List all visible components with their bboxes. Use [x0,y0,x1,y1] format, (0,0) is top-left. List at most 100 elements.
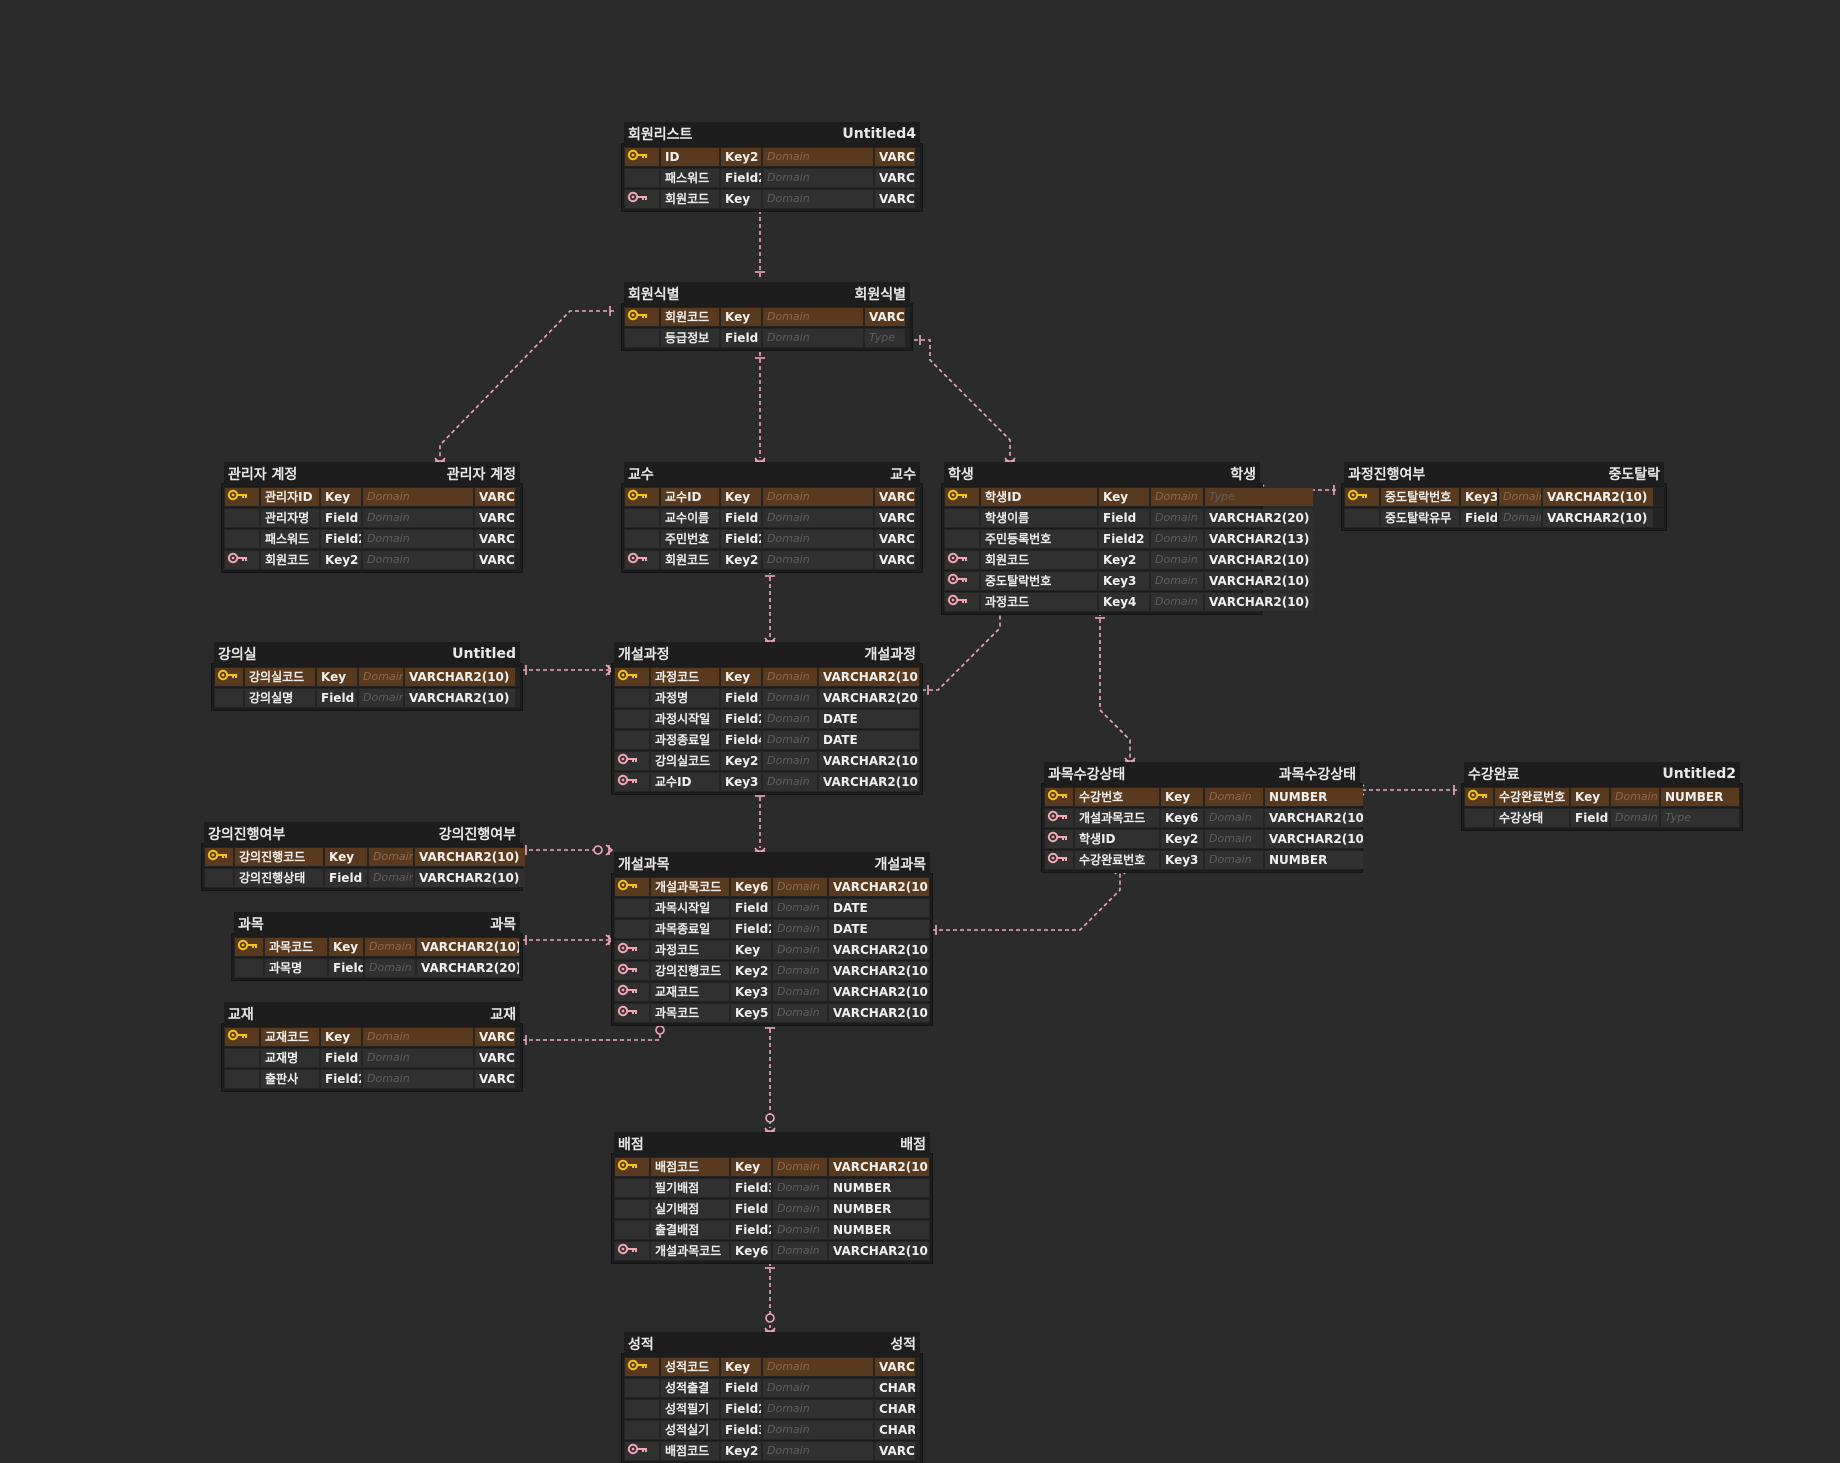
entity-header[interactable]: 관리자 계정 관리자 계정 [224,462,520,486]
entity-row[interactable]: 관리자명FieldDomainVARCHAR2(20) [224,507,520,528]
entity-row[interactable]: 회원코드Key2DomainVARCHAR2(10) [944,549,1313,570]
entity-row[interactable]: 학생ID Key Domain Type [944,486,1313,507]
entity-row[interactable]: 교수IDKeyDomainVARCHAR2(10) [624,486,920,507]
entity-row[interactable]: 중도탈락번호Key3DomainVARCHAR2(10) [944,570,1313,591]
entity-row[interactable]: 교재코드KeyDomainVARCHAR2(10) [224,1026,520,1047]
entity-row[interactable]: 회원코드KeyDomainVARCHAR2(10) [624,306,910,327]
entity-row[interactable]: 수강상태 Field Domain Type [1464,807,1740,828]
entity-row[interactable]: 출판사Field2DomainVARCHAR2(20) [224,1068,520,1089]
entity-row[interactable]: 과정코드 Key Domain VARCHAR2(10) [614,666,920,687]
entity-header[interactable]: 회원리스트 Untitled4 [624,122,920,146]
entity-row[interactable]: 과목시작일 Field Domain DATE [614,897,930,918]
entity-professor[interactable]: 교수교수교수IDKeyDomainVARCHAR2(10)교수이름FieldDo… [622,462,922,572]
entity-dropout[interactable]: 과정진행여부중도탈락중도탈락번호Key3DomainVARCHAR2(10)중도… [1342,462,1666,530]
entity-row[interactable]: 성적필기Field2DomainCHAR(2) [624,1398,920,1419]
entity-member-list[interactable]: 회원리스트Untitled4IDKey2DomainVARCHAR2(10)패스… [622,122,922,211]
column-key: Key2 [731,962,771,980]
entity-row[interactable]: 학생이름 Field Domain VARCHAR2(20) [944,507,1313,528]
entity-row[interactable]: 과정코드 Key Domain VARCHAR2(10) [614,939,930,960]
entity-row[interactable]: 학생ID Key2 Domain VARCHAR2(10) [1044,828,1363,849]
entity-row[interactable]: 등급정보 Field Domain Type [624,327,910,348]
entity-row[interactable]: 수강완료번호 Key3 Domain NUMBER [1044,849,1363,870]
entity-header[interactable]: 강의진행여부 강의진행여부 [204,822,520,846]
entity-row[interactable]: 강의진행상태 Field Domain VARCHAR2(10) [204,867,525,888]
entity-row[interactable]: 과목코드 Key Domain VARCHAR2(10) [234,936,520,957]
optional-marker [593,845,603,855]
entity-admin[interactable]: 관리자 계정관리자 계정관리자IDKeyDomainVARCHAR2(10)관리… [222,462,522,572]
entity-row[interactable]: 실기배점 Field Domain NUMBER [614,1198,930,1219]
foreign-key-icon [945,572,979,590]
entity-student[interactable]: 학생 학생 학생ID Key Domain Type 학생이름 Field Domain VARC… [942,462,1313,614]
entity-row[interactable]: 중도탈락유무FieldDomainVARCHAR2(10) [1344,507,1664,528]
entity-open-course[interactable]: 개설과정 개설과정 과정코드 Key Domain VARCHAR2(10) 과정명 Fiel… [612,642,922,794]
entity-row[interactable]: 개설과목코드 Key6 Domain VARCHAR2(10) [614,1240,930,1261]
entity-row[interactable]: 성적코드KeyDomainVARCHAR2(10) [624,1356,920,1377]
entity-allocation[interactable]: 배점배점배점코드KeyDomainVARCHAR2(10)필기배점Field3D… [612,1132,932,1263]
entity-row[interactable]: 패스워드Field2DomainVARCHAR2(12) [624,167,920,188]
entity-row[interactable]: 과목코드 Key5 Domain VARCHAR2(10) [614,1002,930,1023]
entity-completion[interactable]: 수강완료 Untitled2 수강완료번호 Key Domain NUMBER 수강상태 Fi… [1462,762,1742,830]
entity-row[interactable]: 배점코드 Key Domain VARCHAR2(10) [614,1156,930,1177]
entity-row[interactable]: 수강완료번호 Key Domain NUMBER [1464,786,1740,807]
entity-row[interactable]: 강의진행코드 Key2 Domain VARCHAR2(10) [614,960,930,981]
entity-row[interactable]: 교재명FieldDomainVARCHAR2(30) [224,1047,520,1068]
entity-row[interactable]: 회원코드KeyDomainVARCHAR2(10) [624,188,920,209]
entity-row[interactable]: 교수이름FieldDomainVARCHAR2(20) [624,507,920,528]
entity-row[interactable]: 주민번호Field2DomainVARCHAR2(13) [624,528,920,549]
column-name: 과목시작일 [651,899,729,917]
column-name: 실기배점 [651,1200,729,1218]
entity-header[interactable]: 개설과정 개설과정 [614,642,920,666]
column-name: 필기배점 [651,1179,729,1197]
entity-row[interactable]: IDKey2DomainVARCHAR2(10) [624,146,920,167]
entity-row[interactable]: 강의실코드 Key Domain VARCHAR2(10) [214,666,520,687]
entity-row[interactable]: 주민등록번호 Field2 Domain VARCHAR2(13) [944,528,1313,549]
entity-header[interactable]: 수강완료 Untitled2 [1464,762,1740,786]
entity-row[interactable]: 과목명 Field Domain VARCHAR2(20) [234,957,520,978]
entity-row[interactable]: 필기배점Field3DomainNUMBER [614,1177,930,1198]
entity-row[interactable]: 과정코드 Key4 Domain VARCHAR2(10) [944,591,1313,612]
entity-row[interactable]: 강의실코드 Key2 Domain VARCHAR2(10) [614,750,920,771]
entity-header[interactable]: 성적 성적 [624,1332,920,1356]
entity-row[interactable]: 강의진행코드 Key Domain VARCHAR2(10) [204,846,525,867]
entity-header[interactable]: 개설과목 개설과목 [614,852,930,876]
entity-row[interactable]: 출결배점Field2DomainNUMBER [614,1219,930,1240]
entity-header[interactable]: 회원식별 회원식별 [624,282,910,306]
entity-header[interactable]: 교재 교재 [224,1002,520,1026]
entity-row[interactable]: 성적실기Field3DomainCHAR(2) [624,1419,920,1440]
entity-grade[interactable]: 성적성적성적코드KeyDomainVARCHAR2(10)성적출결FieldDo… [622,1332,922,1463]
entity-row[interactable]: 교수ID Key3 Domain VARCHAR2(10) [614,771,920,792]
entity-row[interactable]: 개설과목코드 Key6 Domain VARCHAR2(10) [1044,807,1363,828]
entity-header[interactable]: 과목 과목 [234,912,520,936]
entity-row[interactable]: 과목종료일Field2DomainDATE [614,918,930,939]
entity-member-ident[interactable]: 회원식별회원식별회원코드KeyDomainVARCHAR2(10)등급정보Fie… [622,282,912,350]
entity-row[interactable]: 성적출결FieldDomainCHAR(2) [624,1377,920,1398]
entity-header[interactable]: 배점 배점 [614,1132,930,1156]
entity-row[interactable]: 과정종료일Field4DomainDATE [614,729,920,750]
entity-enroll-status[interactable]: 과목수강상태 과목수강상태 수강번호 Key Domain NUMBER 개설과목코드 Key… [1042,762,1363,872]
entity-row[interactable]: 패스워드Field2DomainVARCHAR2(12) [224,528,520,549]
entity-header[interactable]: 강의실 Untitled [214,642,520,666]
entity-row[interactable]: 과정명 Field Domain VARCHAR2(20) [614,687,920,708]
entity-title: 수강완료 [1468,767,1520,783]
entity-row[interactable]: 회원코드Key2DomainVARCHAR2(10) [624,549,920,570]
entity-row[interactable]: 개설과목코드 Key6 Domain VARCHAR2(10) [614,876,930,897]
entity-header[interactable]: 학생 학생 [944,462,1260,486]
entity-header[interactable]: 교수 교수 [624,462,920,486]
entity-lecture-status[interactable]: 강의진행여부 강의진행여부 강의진행코드 Key Domain VARCHAR2(10) 강… [202,822,525,890]
column-name: 성적출결 [661,1379,719,1397]
entity-classroom[interactable]: 강의실 Untitled 강의실코드 Key Domain VARCHAR2(10) 강의실… [212,642,522,710]
entity-header[interactable]: 과목수강상태 과목수강상태 [1044,762,1360,786]
entity-row[interactable]: 수강번호 Key Domain NUMBER [1044,786,1363,807]
entity-open-subject[interactable]: 개설과목 개설과목 개설과목코드 Key6 Domain VARCHAR2(10) 과목시작… [612,852,932,1025]
entity-subject[interactable]: 과목 과목 과목코드 Key Domain VARCHAR2(10) 과목명 Field Dom… [232,912,522,980]
entity-header[interactable]: 과정진행여부 중도탈락 [1344,462,1664,486]
entity-row[interactable]: 관리자IDKeyDomainVARCHAR2(10) [224,486,520,507]
entity-row[interactable]: 강의실명 Field Domain VARCHAR2(10) [214,687,520,708]
entity-title: 회원리스트 [628,127,693,143]
entity-textbook[interactable]: 교재교재교재코드KeyDomainVARCHAR2(10)교재명FieldDom… [222,1002,522,1091]
entity-row[interactable]: 중도탈락번호Key3DomainVARCHAR2(10) [1344,486,1664,507]
entity-row[interactable]: 과정시작일Field2DomainDATE [614,708,920,729]
entity-row[interactable]: 회원코드Key2DomainVARCHAR2(10) [224,549,520,570]
entity-row[interactable]: 배점코드Key2DomainVARCHAR2(10) [624,1440,920,1461]
entity-row[interactable]: 교재코드 Key3 Domain VARCHAR2(10) [614,981,930,1002]
